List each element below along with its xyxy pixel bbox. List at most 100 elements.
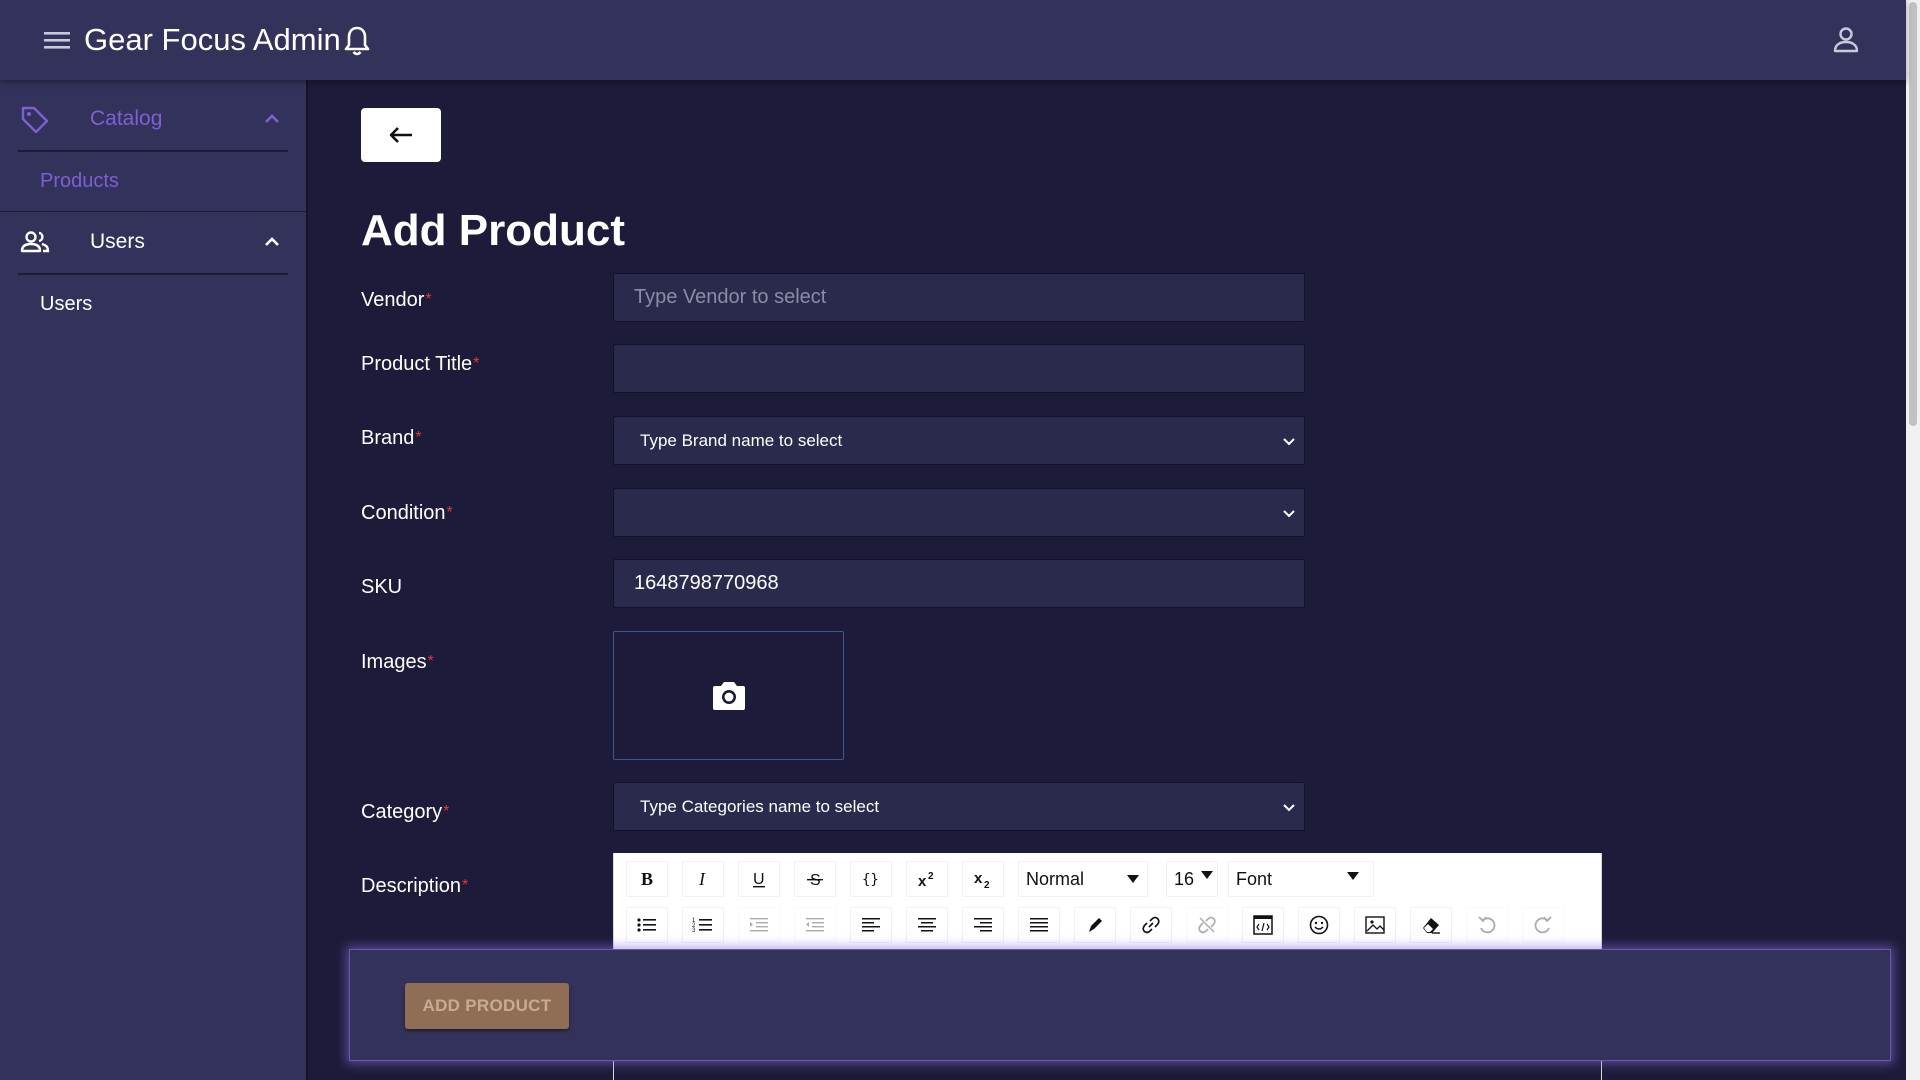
subscript-icon[interactable]: x2 bbox=[962, 861, 1004, 897]
outdent-icon[interactable] bbox=[794, 907, 836, 943]
indent-icon[interactable] bbox=[738, 907, 780, 943]
block-type-select[interactable]: Normal bbox=[1018, 861, 1148, 897]
description-label: Description* bbox=[361, 873, 468, 899]
sku-input[interactable]: 1648798770968 bbox=[613, 559, 1305, 608]
svg-text:{}: {} bbox=[862, 872, 879, 888]
svg-text:x: x bbox=[974, 870, 983, 887]
menu-icon[interactable] bbox=[40, 26, 74, 54]
condition-select[interactable] bbox=[613, 488, 1305, 537]
vendor-label: Vendor* bbox=[361, 287, 432, 313]
sidebar-group-users[interactable]: Users bbox=[0, 212, 306, 272]
scrollbar-thumb[interactable] bbox=[1909, 2, 1917, 426]
arrow-left-icon bbox=[389, 127, 412, 143]
sidebar-group-catalog[interactable]: Catalog bbox=[0, 89, 306, 149]
vendor-label-text: Vendor bbox=[361, 289, 425, 311]
required-mark: * bbox=[473, 355, 480, 372]
image-icon[interactable] bbox=[1354, 907, 1396, 943]
app-title: Gear Focus Admin bbox=[84, 22, 341, 57]
brand-label: Brand* bbox=[361, 425, 422, 451]
align-center-icon[interactable] bbox=[906, 907, 948, 943]
italic-icon[interactable]: I bbox=[682, 861, 724, 897]
condition-label: Condition* bbox=[361, 500, 453, 526]
font-family-select[interactable]: Font bbox=[1228, 861, 1374, 897]
svg-text:I: I bbox=[698, 870, 706, 888]
chevron-down-icon bbox=[1282, 434, 1296, 448]
chevron-up-icon[interactable] bbox=[262, 109, 282, 129]
undo-icon[interactable] bbox=[1466, 907, 1508, 943]
camera-icon bbox=[712, 681, 745, 710]
unordered-list-icon[interactable] bbox=[626, 907, 668, 943]
align-left-icon[interactable] bbox=[850, 907, 892, 943]
align-right-icon[interactable] bbox=[962, 907, 1004, 943]
brand-label-text: Brand bbox=[361, 427, 415, 449]
images-label: Images* bbox=[361, 649, 434, 675]
strikethrough-icon[interactable]: S bbox=[794, 861, 836, 897]
brand-select-value: Type Brand name to select bbox=[640, 431, 843, 450]
ordered-list-icon[interactable]: 1 2 3 bbox=[682, 907, 724, 943]
vendor-input[interactable]: Type Vendor to select bbox=[613, 273, 1305, 322]
underline-icon[interactable]: U bbox=[738, 861, 780, 897]
images-label-text: Images bbox=[361, 651, 427, 673]
svg-text:3: 3 bbox=[692, 928, 696, 934]
sku-label-text: SKU bbox=[361, 576, 403, 598]
sidebar: Catalog Products Users Users bbox=[0, 80, 308, 1080]
svg-text:B: B bbox=[641, 870, 653, 888]
brand-select[interactable]: Type Brand name to select bbox=[613, 416, 1305, 465]
divider bbox=[18, 273, 288, 275]
required-mark: * bbox=[427, 653, 434, 670]
sku-label: SKU bbox=[361, 574, 402, 600]
svg-text:2: 2 bbox=[984, 880, 990, 888]
chevron-down-icon bbox=[1282, 800, 1296, 814]
product-title-input[interactable] bbox=[613, 344, 1305, 393]
chevron-up-icon[interactable] bbox=[262, 232, 282, 252]
redo-icon[interactable] bbox=[1522, 907, 1564, 943]
category-select[interactable]: Type Categories name to select bbox=[613, 782, 1305, 831]
unlink-icon[interactable] bbox=[1186, 907, 1228, 943]
divider bbox=[18, 150, 288, 152]
caret-down-icon bbox=[1201, 871, 1213, 879]
link-icon[interactable] bbox=[1130, 907, 1172, 943]
page-scrollbar[interactable] bbox=[1906, 0, 1920, 1080]
code-icon[interactable]: {} bbox=[850, 861, 892, 897]
block-type-value: Normal bbox=[1026, 869, 1085, 889]
superscript-icon[interactable]: x2 bbox=[906, 861, 948, 897]
required-mark: * bbox=[462, 877, 469, 894]
product-title-label-text: Product Title bbox=[361, 353, 473, 375]
font-family-value: Font bbox=[1236, 869, 1273, 889]
font-size-select[interactable]: 16 bbox=[1166, 861, 1218, 897]
tag-icon bbox=[20, 105, 50, 133]
bold-icon[interactable]: B bbox=[626, 861, 668, 897]
sidebar-group-label: Users bbox=[90, 230, 145, 253]
align-justify-icon[interactable] bbox=[1018, 907, 1060, 943]
category-label-text: Category bbox=[361, 801, 443, 823]
editor-toolbar: B I U S {} x2 x2 Normal 16 Font 1 2 3 bbox=[614, 853, 1601, 949]
emoji-icon[interactable] bbox=[1298, 907, 1340, 943]
chevron-down-icon bbox=[1282, 506, 1296, 520]
back-button[interactable] bbox=[361, 108, 441, 162]
add-product-button[interactable]: ADD PRODUCT bbox=[405, 983, 569, 1029]
app-bar: Gear Focus Admin bbox=[0, 0, 1906, 80]
caret-down-icon bbox=[1347, 872, 1359, 880]
sticky-footer-bar: ADD PRODUCT bbox=[349, 949, 1891, 1061]
text-color-pencil-icon[interactable] bbox=[1074, 907, 1116, 943]
svg-text:x: x bbox=[918, 873, 927, 888]
caret-down-icon bbox=[1127, 875, 1139, 883]
embed-icon[interactable] bbox=[1242, 907, 1284, 943]
page-title: Add Product bbox=[361, 206, 625, 255]
sidebar-item-users[interactable]: Users bbox=[40, 289, 92, 319]
svg-text:2: 2 bbox=[928, 871, 934, 882]
eraser-icon[interactable] bbox=[1410, 907, 1452, 943]
notifications-bell-icon[interactable] bbox=[342, 24, 372, 58]
image-upload-area[interactable] bbox=[613, 631, 844, 760]
font-size-value: 16 bbox=[1174, 869, 1195, 889]
required-mark: * bbox=[415, 429, 422, 446]
sidebar-item-products[interactable]: Products bbox=[40, 166, 119, 196]
category-select-value: Type Categories name to select bbox=[640, 797, 880, 816]
description-label-text: Description bbox=[361, 875, 462, 897]
product-title-label: Product Title* bbox=[361, 351, 479, 377]
account-icon[interactable] bbox=[1830, 24, 1862, 56]
required-mark: * bbox=[443, 803, 450, 820]
people-icon bbox=[20, 228, 50, 256]
required-mark: * bbox=[425, 291, 432, 308]
category-label: Category* bbox=[361, 799, 449, 825]
